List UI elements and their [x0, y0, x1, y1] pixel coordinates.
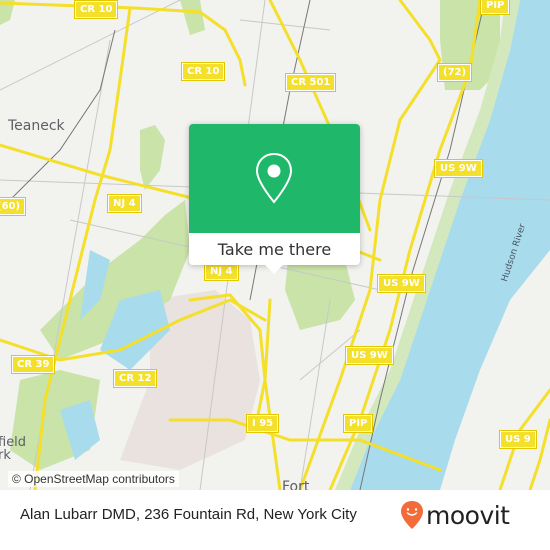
moovit-logo[interactable]: moovit — [400, 500, 510, 530]
road-shield: US 9W — [345, 346, 394, 365]
popup-pointer — [265, 265, 283, 274]
road-shield: US 9 — [499, 430, 537, 449]
road-shield: CR 10 — [73, 0, 119, 19]
footer: Alan Lubarr DMD, 236 Fountain Rd, New Yo… — [0, 490, 550, 550]
road-shield: I 95 — [245, 414, 280, 433]
road-shield: PIP — [479, 0, 511, 15]
map[interactable]: Teaneck field rk Fort Hudson River CR 10 … — [0, 0, 550, 490]
park — [180, 0, 205, 35]
moovit-pin-icon — [401, 501, 423, 529]
take-me-there-button[interactable]: Take me there — [189, 233, 360, 265]
road-shield: CR 12 — [112, 369, 158, 388]
road-shield: PIP — [342, 414, 374, 433]
road-shield: (60) — [0, 197, 27, 216]
road-shield: US 9W — [377, 274, 426, 293]
place-label-ridgefield-park: field rk — [0, 435, 27, 463]
moovit-wordmark: moovit — [426, 500, 510, 530]
location-address: Alan Lubarr DMD, 236 Fountain Rd, New Yo… — [20, 506, 357, 523]
road-shield: CR 501 — [284, 73, 337, 92]
road-shield: NJ 4 — [107, 194, 142, 213]
road-shield: CR 10 — [180, 62, 226, 81]
road-shield: (72) — [436, 63, 473, 82]
popup-header — [189, 124, 360, 233]
place-label-teaneck: Teaneck — [8, 118, 65, 134]
park — [140, 125, 165, 190]
map-pin-icon — [255, 152, 293, 204]
road-shield: US 9W — [434, 159, 483, 178]
road-shield: CR 39 — [10, 355, 56, 374]
place-label-fort-lee: Fort — [282, 479, 310, 490]
road-shield: NJ 4 — [204, 262, 239, 281]
osm-attribution[interactable]: © OpenStreetMap contributors — [8, 471, 179, 487]
location-popup: Take me there — [189, 124, 360, 274]
